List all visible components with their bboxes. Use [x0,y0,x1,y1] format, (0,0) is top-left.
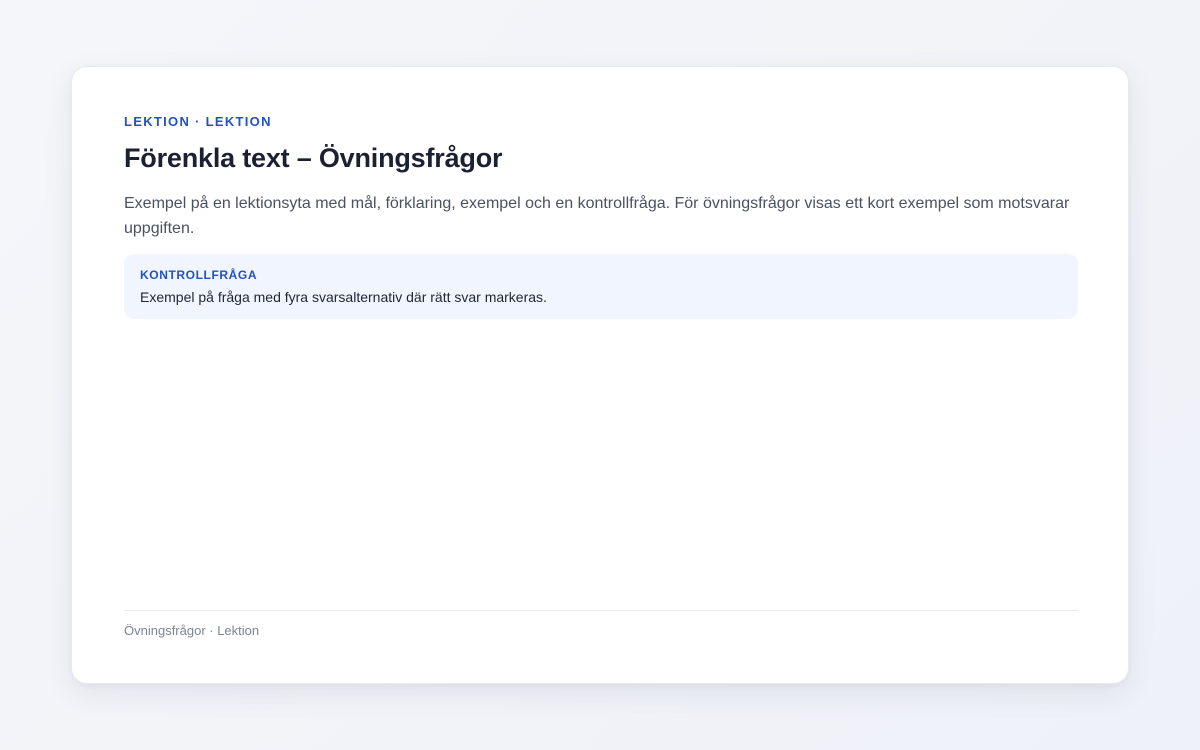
lesson-eyebrow: Lektion · Lektion [124,114,272,129]
control-question-callout: Kontrollfråga Exempel på fråga med fyra … [124,254,1078,319]
lesson-card: Lektion · Lektion Förenkla text – Övning… [71,66,1129,684]
callout-text: Exempel på fråga med fyra svarsalternati… [140,289,547,305]
callout-label: Kontrollfråga [140,268,258,282]
page-title: Förenkla text – Övningsfrågor [124,143,503,173]
footer-divider [124,610,1078,611]
footer-breadcrumb: Övningsfrågor · Lektion [124,623,260,638]
lesson-intro: Exempel på en lektionsyta med mål, förkl… [124,195,1070,237]
